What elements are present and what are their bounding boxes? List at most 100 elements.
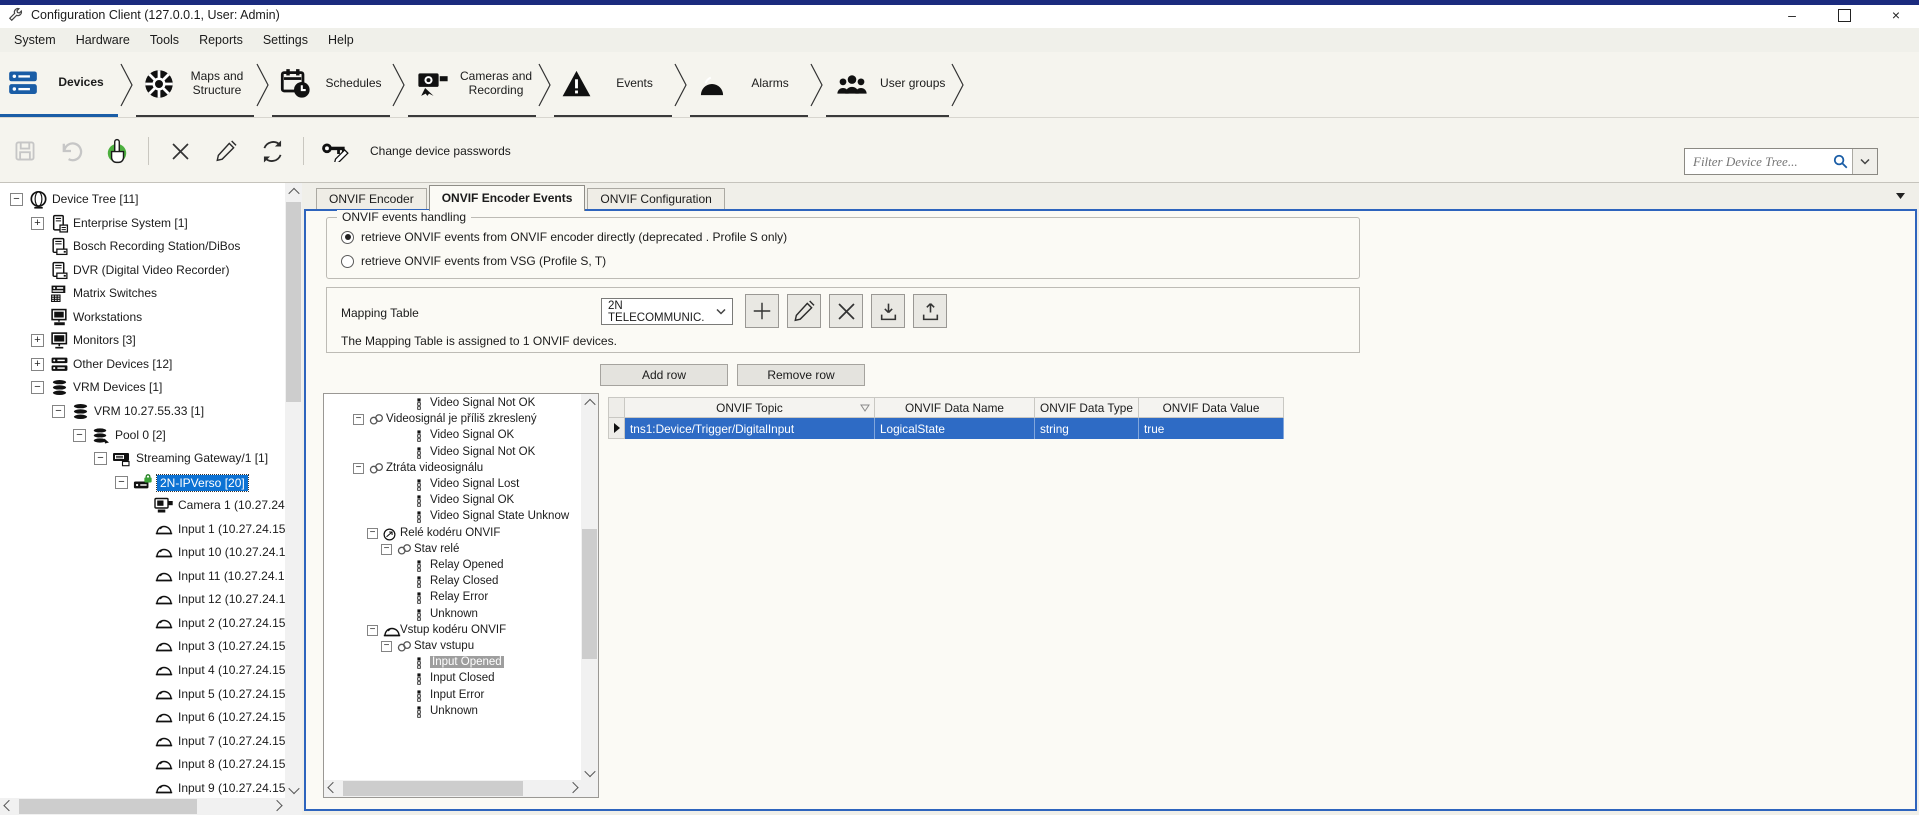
- device-tree-item[interactable]: Camera 1 (10.27.24.15: [0, 494, 285, 517]
- filter-input[interactable]: [1685, 154, 1833, 170]
- event-tree-item[interactable]: −Relé kodéru ONVIF: [324, 526, 581, 542]
- close-button[interactable]: ×: [1883, 6, 1909, 24]
- collapse-box[interactable]: −: [367, 528, 378, 539]
- scrollbar-thumb[interactable]: [286, 202, 301, 402]
- event-tree-item[interactable]: Relay Error: [324, 590, 581, 606]
- event-tree-item[interactable]: Video Signal Lost: [324, 477, 581, 493]
- collapse-box[interactable]: −: [31, 381, 44, 394]
- event-tree-item[interactable]: Input Opened: [324, 655, 581, 671]
- mapping-export-button[interactable]: [913, 294, 947, 328]
- device-tree-item[interactable]: −VRM 10.27.55.33 [1]: [0, 400, 285, 423]
- minimize-button[interactable]: –: [1779, 6, 1805, 24]
- device-tree-item[interactable]: Input 2 (10.27.24.15): [0, 612, 285, 635]
- device-tree-item[interactable]: +Monitors [3]: [0, 329, 285, 352]
- collapse-box[interactable]: −: [381, 641, 392, 652]
- nav-tab-cameras-and-recording[interactable]: Cameras and Recording: [408, 52, 536, 117]
- event-tree-item[interactable]: Unknown: [324, 704, 581, 720]
- device-tree-item[interactable]: Input 5 (10.27.24.15): [0, 683, 285, 706]
- edit-button[interactable]: [211, 136, 241, 166]
- event-tree-item[interactable]: Video Signal State Unknow: [324, 509, 581, 525]
- device-tree-item[interactable]: Input 4 (10.27.24.15): [0, 659, 285, 682]
- mapping-table-dropdown[interactable]: 2N TELECOMMUNIC.: [601, 298, 733, 325]
- scrollbar-thumb[interactable]: [582, 529, 597, 659]
- device-tree-item[interactable]: −Pool 0 [2]: [0, 424, 285, 447]
- scrollbar-thumb[interactable]: [343, 781, 523, 796]
- event-tree-item[interactable]: −Stav vstupu: [324, 639, 581, 655]
- tab-onvif-encoder-events[interactable]: ONVIF Encoder Events: [429, 185, 586, 211]
- menu-item-tools[interactable]: Tools: [140, 30, 189, 50]
- collapse-box[interactable]: −: [73, 429, 86, 442]
- device-tree-item[interactable]: Input 11 (10.27.24.15): [0, 565, 285, 588]
- device-tree-item[interactable]: −Streaming Gateway/1 [1]: [0, 447, 285, 470]
- delete-button[interactable]: [165, 136, 195, 166]
- device-tree-item[interactable]: Input 10 (10.27.24.15): [0, 541, 285, 564]
- menu-item-settings[interactable]: Settings: [253, 30, 318, 50]
- remove-row-button[interactable]: Remove row: [737, 364, 865, 386]
- event-tree-item[interactable]: Video Signal OK: [324, 428, 581, 444]
- scroll-down-button[interactable]: [581, 764, 598, 781]
- add-row-button[interactable]: Add row: [600, 364, 728, 386]
- device-tree-item[interactable]: Matrix Switches: [0, 282, 285, 305]
- tab-onvif-encoder[interactable]: ONVIF Encoder: [316, 188, 427, 209]
- device-tree-item[interactable]: Bosch Recording Station/DiBos: [0, 235, 285, 258]
- collapse-box[interactable]: −: [52, 405, 65, 418]
- device-tree-item[interactable]: Input 6 (10.27.24.15): [0, 706, 285, 729]
- device-tree-item[interactable]: Input 3 (10.27.24.15): [0, 635, 285, 658]
- scroll-down-button[interactable]: [285, 781, 302, 798]
- event-tree-item[interactable]: Relay Opened: [324, 558, 581, 574]
- table-row[interactable]: tns1:Device/Trigger/DigitalInputLogicalS…: [608, 418, 1284, 439]
- radio-option[interactable]: retrieve ONVIF events from VSG (Profile …: [341, 254, 606, 268]
- event-tree-item[interactable]: Video Signal Not OK: [324, 445, 581, 461]
- expand-box[interactable]: +: [31, 358, 44, 371]
- nav-tab-maps-and-structure[interactable]: Maps and Structure: [136, 52, 254, 117]
- device-tree-item[interactable]: Input 9 (10.27.24.15): [0, 777, 285, 798]
- collapse-box[interactable]: −: [115, 476, 128, 489]
- event-tree-item[interactable]: Relay Closed: [324, 574, 581, 590]
- nav-tab-user-groups[interactable]: User groups: [826, 52, 949, 117]
- scroll-right-button[interactable]: [268, 798, 285, 815]
- device-tree-item[interactable]: Input 8 (10.27.24.15): [0, 753, 285, 776]
- column-header-onvif-data-value[interactable]: ONVIF Data Value: [1139, 397, 1284, 418]
- scroll-right-button[interactable]: [564, 780, 581, 797]
- event-tree-item[interactable]: Input Closed: [324, 671, 581, 687]
- event-tree-item[interactable]: −Stav relé: [324, 542, 581, 558]
- event-tree-horizontal-scrollbar[interactable]: [324, 780, 581, 797]
- collapse-box[interactable]: −: [94, 452, 107, 465]
- column-header-onvif-topic[interactable]: ONVIF Topic: [625, 397, 875, 418]
- event-tree-item[interactable]: Unknown: [324, 607, 581, 623]
- nav-tab-events[interactable]: Events: [554, 52, 672, 117]
- collapse-box[interactable]: −: [353, 463, 364, 474]
- device-tree-item[interactable]: −Device Tree [11]: [0, 188, 285, 211]
- nav-tab-alarms[interactable]: Alarms: [690, 52, 808, 117]
- radio-unselected-icon[interactable]: [341, 255, 354, 268]
- expand-box[interactable]: +: [31, 334, 44, 347]
- collapse-box[interactable]: −: [10, 193, 23, 206]
- maximize-button[interactable]: [1831, 6, 1857, 24]
- event-tree-vertical-scrollbar[interactable]: [581, 394, 598, 781]
- device-tree-item[interactable]: Input 1 (10.27.24.15): [0, 518, 285, 541]
- event-tree-item[interactable]: −Videosignál je příliš zkreslený: [324, 412, 581, 428]
- change-passwords-button[interactable]: [320, 136, 350, 166]
- nav-tab-schedules[interactable]: Schedules: [272, 52, 390, 117]
- device-tree-vertical-scrollbar[interactable]: [285, 183, 302, 798]
- refresh-button[interactable]: [257, 136, 287, 166]
- device-tree-item[interactable]: −VRM Devices [1]: [0, 376, 285, 399]
- column-header-onvif-data-type[interactable]: ONVIF Data Type: [1035, 397, 1139, 418]
- menu-item-system[interactable]: System: [4, 30, 66, 50]
- mapping-import-button[interactable]: [871, 294, 905, 328]
- event-tree-item[interactable]: Video Signal Not OK: [324, 396, 581, 412]
- filter-dropdown-button[interactable]: [1852, 149, 1877, 174]
- device-tree-item[interactable]: Input 12 (10.27.24.15): [0, 588, 285, 611]
- menu-item-hardware[interactable]: Hardware: [66, 30, 140, 50]
- activate-button[interactable]: [102, 136, 132, 166]
- device-tree-item[interactable]: Input 7 (10.27.24.15): [0, 730, 285, 753]
- event-tree-item[interactable]: −Ztráta videosignálu: [324, 461, 581, 477]
- device-tree-item[interactable]: +Enterprise System [1]: [0, 212, 285, 235]
- device-tree-item[interactable]: −2N-IPVerso [20]: [0, 471, 285, 494]
- mapping-add-button[interactable]: [745, 294, 779, 328]
- device-tree-horizontal-scrollbar[interactable]: [0, 798, 285, 815]
- collapse-box[interactable]: −: [353, 414, 364, 425]
- tab-overflow-button[interactable]: [1896, 193, 1905, 199]
- expand-box[interactable]: +: [31, 217, 44, 230]
- scroll-up-button[interactable]: [285, 183, 302, 200]
